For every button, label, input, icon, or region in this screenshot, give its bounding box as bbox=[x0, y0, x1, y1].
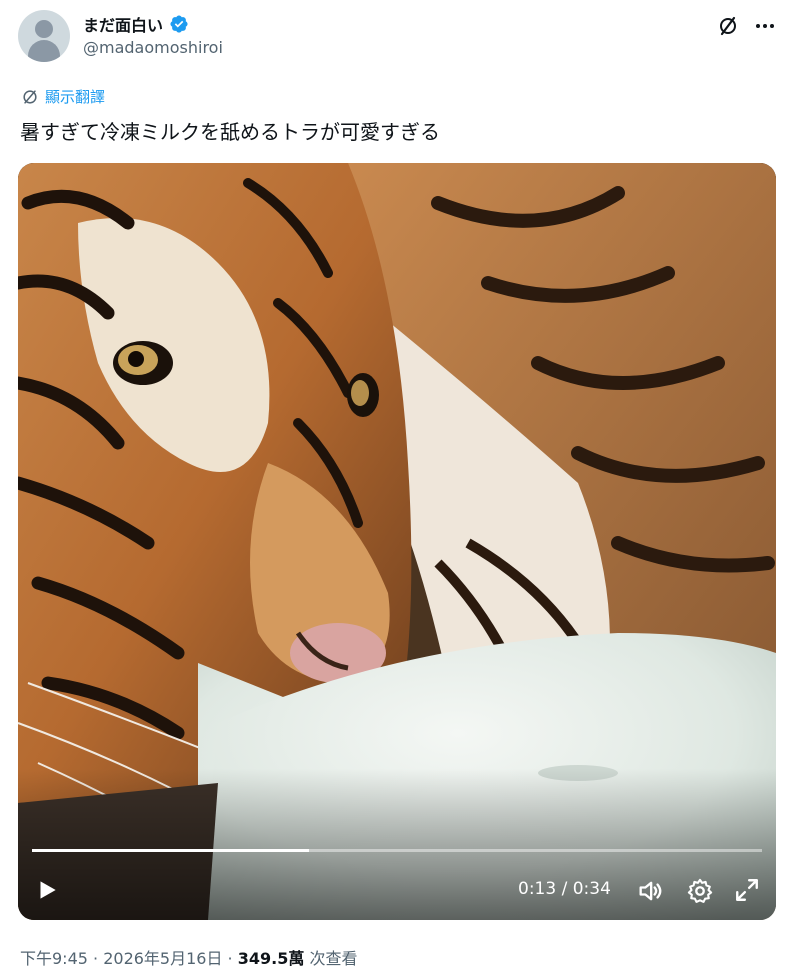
translate-label[interactable]: 顯示翻譯 bbox=[45, 86, 105, 107]
tweet-header: まだ面白い @madaomoshiroi bbox=[18, 8, 788, 64]
view-label: 次查看 bbox=[304, 949, 358, 968]
view-count: 349.5萬 bbox=[237, 949, 305, 968]
display-name[interactable]: まだ面白い bbox=[83, 12, 163, 36]
post-time[interactable]: 下午9:45 bbox=[20, 949, 88, 968]
user-handle[interactable]: @madaomoshiroi bbox=[83, 38, 223, 57]
globe-icon bbox=[23, 89, 37, 104]
fullscreen-icon[interactable] bbox=[734, 877, 760, 903]
play-icon[interactable] bbox=[34, 877, 60, 903]
avatar[interactable] bbox=[18, 10, 70, 62]
current-time: 0:13 bbox=[518, 879, 557, 899]
video-progress-bar[interactable] bbox=[32, 849, 762, 852]
video-controls: 0:13 / 0:34 bbox=[18, 863, 776, 919]
verified-badge-icon bbox=[170, 15, 188, 33]
grok-icon[interactable] bbox=[716, 14, 740, 38]
time-separator: / bbox=[556, 879, 573, 899]
name-row: まだ面白い bbox=[83, 12, 189, 36]
post-date[interactable]: 2026年5月16日 bbox=[103, 949, 222, 968]
gear-icon[interactable] bbox=[686, 877, 714, 905]
volume-icon[interactable] bbox=[636, 877, 664, 905]
avatar-shoulders-shape bbox=[28, 40, 60, 62]
avatar-head-shape bbox=[35, 20, 53, 38]
video-progress-fill bbox=[32, 849, 310, 852]
video-frame-tiger bbox=[18, 163, 776, 920]
more-dots-icon[interactable] bbox=[753, 14, 777, 38]
meta-dot: · bbox=[222, 949, 238, 968]
translate-link[interactable]: 顯示翻譯 bbox=[20, 86, 105, 107]
video-time: 0:13 / 0:34 bbox=[518, 879, 611, 899]
video-player[interactable]: 0:13 / 0:34 bbox=[18, 163, 776, 920]
tweet-meta: 下午9:45 · 2026年5月16日 · 349.5萬 次查看 bbox=[20, 945, 357, 969]
duration: 0:34 bbox=[572, 879, 611, 899]
tweet-text: 暑すぎて冷凍ミルクを舐めるトラが可愛すぎる bbox=[20, 120, 440, 144]
meta-dot: · bbox=[87, 949, 104, 968]
